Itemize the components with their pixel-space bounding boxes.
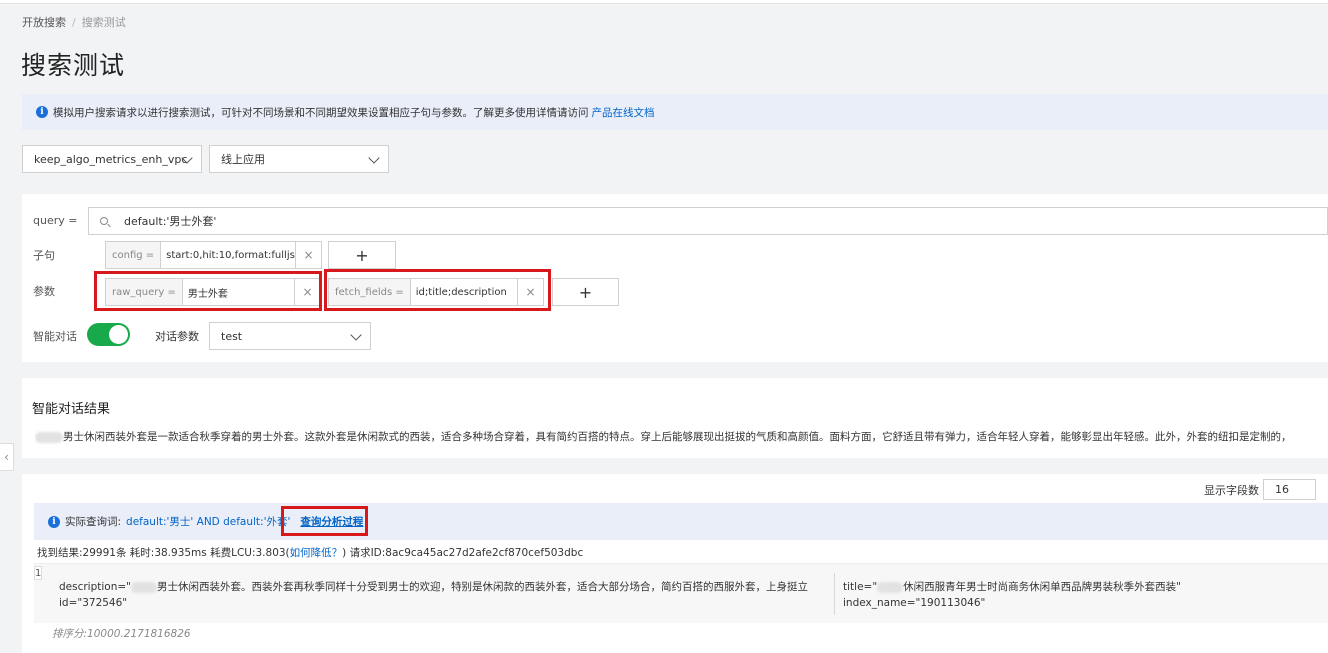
field-count-label: 显示字段数 [1204,484,1259,497]
search-icon [100,217,108,225]
row-index: 1 [34,566,42,580]
result-title: title=" 休闲西服青年男士时尚商务休闲单西品牌男装秋季外套西装" [843,579,1181,594]
clause-value[interactable]: start:0,hit:10,format:fulljson [161,242,295,268]
desc-prefix: description=" [59,581,132,593]
result-score: 排序分:10000.2171816826 [52,628,191,640]
chat-result-body: 男士休闲西装外套是一款适合秋季穿着的男士外套。这款外套是休闲款式的西装，适合多种… [63,431,1292,443]
field-count-input[interactable]: 16 [1263,479,1316,500]
breadcrumb: 开放搜索 / 搜索测试 [22,14,126,30]
title-prefix: title=" [843,581,878,593]
info-icon: i [48,515,60,528]
chat-param-value: test [221,329,243,343]
toggle-knob [109,325,128,344]
clause-label: 子句 [33,249,55,262]
result-index-name: index_name="190113046" [843,597,986,609]
reduce-cost-link[interactable]: 如何降低？ [290,547,343,559]
chevron-down-icon [368,152,380,164]
clause-key: config = [106,242,162,268]
app-select[interactable]: keep_algo_metrics_enh_vpc [22,145,202,173]
chat-toggle[interactable] [87,323,130,346]
highlight-box [324,269,551,311]
close-icon[interactable]: × [295,242,321,268]
chat-param-select[interactable]: test [209,322,371,350]
add-clause-button[interactable]: + [328,241,396,269]
query-input[interactable]: default:'男士外套' [88,207,1328,235]
column-divider [834,573,835,615]
chevron-left-icon[interactable]: ‹ [0,443,14,471]
result-description: description=" 男士休闲西装外套。西装外套再秋季同样十分受到男士的欢迎… [59,579,808,594]
chat-result-panel [22,378,1328,458]
env-select-value: 线上应用 [221,153,265,166]
actual-query-label: 实际查询词: [65,516,122,528]
chat-label: 智能对话 [33,330,77,343]
chat-result-title: 智能对话结果 [32,402,111,417]
result-id: id="372546" [59,597,128,609]
info-notice: i 模拟用户搜索请求以进行搜索测试，可针对不同场景和不同期望效果设置相应子句与参… [22,94,1328,130]
actual-query-value: default:'男士' AND default:'外套' [126,516,291,528]
add-param-button[interactable]: + [552,278,619,306]
params-label: 参数 [33,285,55,298]
chat-result-text: 男士休闲西装外套是一款适合秋季穿着的男士外套。这款外套是休闲款式的西装，适合多种… [35,429,1328,445]
actual-query-bar: i 实际查询词: default:'男士' AND default:'外套' 查… [34,503,1328,540]
docs-link[interactable]: 产品在线文档 [592,105,655,120]
notice-text: 模拟用户搜索请求以进行搜索测试，可针对不同场景和不同期望效果设置相应子句与参数。… [53,106,589,119]
top-bar [0,0,1328,4]
env-select[interactable]: 线上应用 [209,145,389,173]
query-label: query = [33,214,78,227]
info-icon: i [36,106,48,118]
redacted-mark [877,581,904,593]
highlight-box [94,271,322,311]
result-stats: 找到结果:29991条 耗时:38.935ms 耗费LCU:3.803(如何降低… [37,545,583,560]
page-title: 搜索测试 [21,51,126,80]
breadcrumb-separator: / [72,16,76,29]
clause-config-field[interactable]: config = start:0,hit:10,format:fulljson … [105,241,322,269]
redacted-mark [131,581,158,593]
highlight-box [281,506,368,536]
query-value: default:'男士外套' [124,215,217,228]
breadcrumb-root[interactable]: 开放搜索 [22,16,66,29]
desc-text: 男士休闲西装外套。西装外套再秋季同样十分受到男士的欢迎，特别是休闲款的西装外套，… [157,581,809,593]
breadcrumb-current: 搜索测试 [81,16,126,29]
chat-param-label: 对话参数 [155,330,199,343]
redacted-mark [35,431,63,443]
title-text: 休闲西服青年男士时尚商务休闲单西品牌男装秋季外套西装" [903,581,1181,593]
chevron-down-icon [350,329,362,341]
app-select-value: keep_algo_metrics_enh_vpc [34,152,188,166]
page: 开放搜索 / 搜索测试 搜索测试 i 模拟用户搜索请求以进行搜索测试，可针对不同场景… [0,0,1328,653]
stats-tail: ) 请求ID:8ac9ca45ac27d2afe2cf870cef503dbc [342,547,584,559]
stats-text: 找到结果:29991条 耗时:38.935ms 耗费LCU:3.803( [37,547,290,559]
